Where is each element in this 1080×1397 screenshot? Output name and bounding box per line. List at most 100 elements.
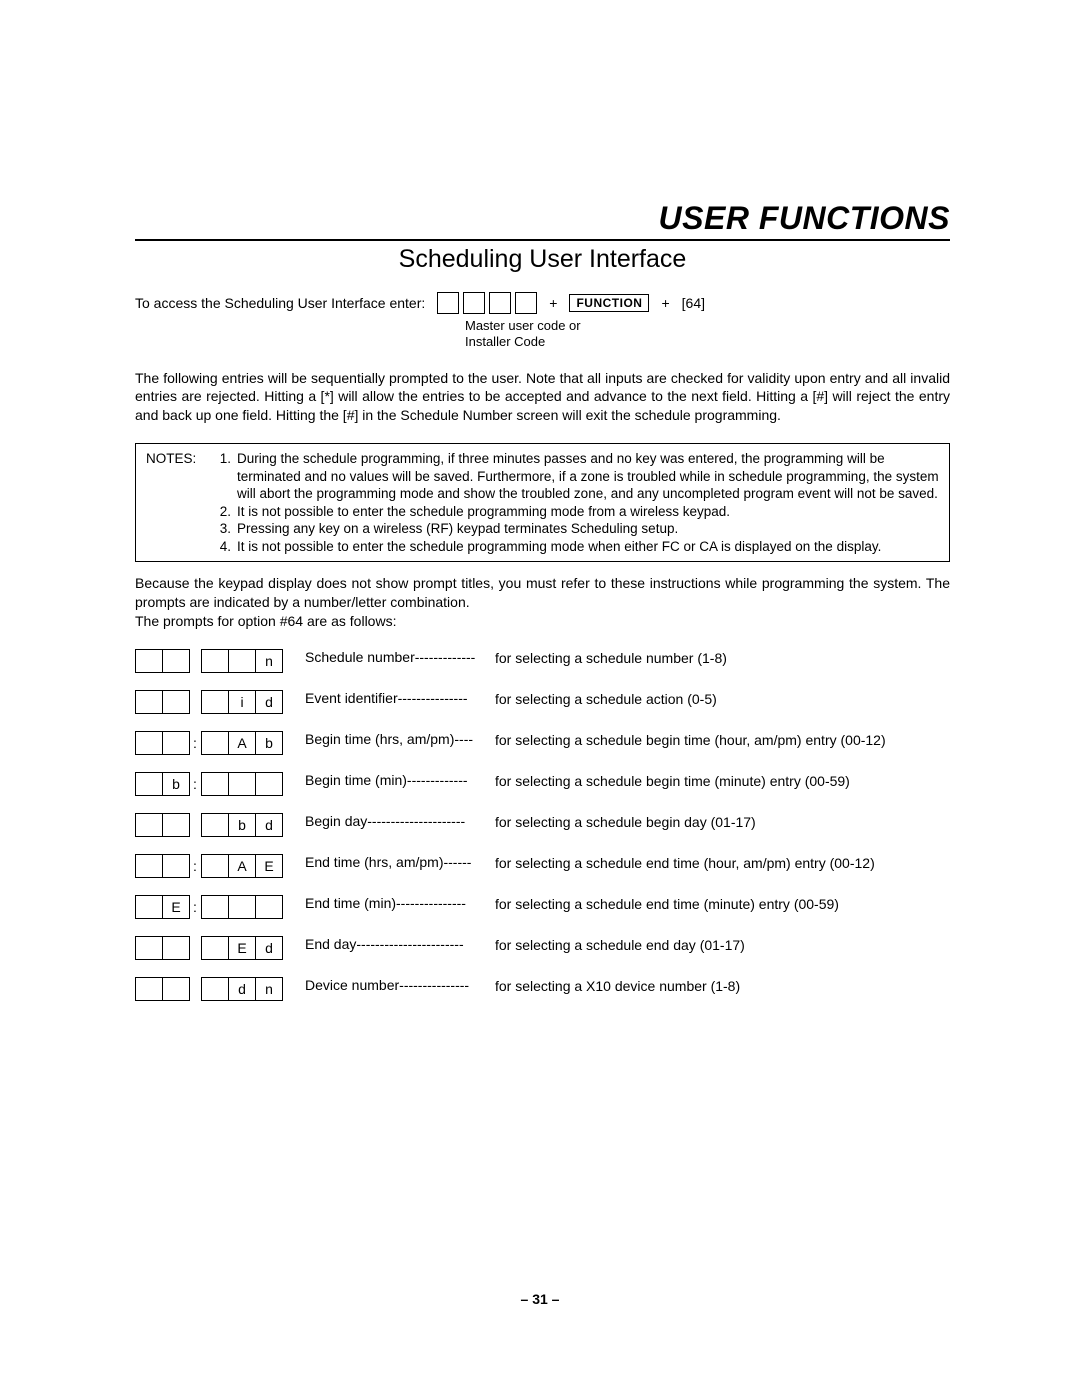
- code-box: [437, 292, 459, 314]
- note-row: 4. It is not possible to enter the sched…: [146, 538, 939, 556]
- display-cell: [201, 813, 229, 837]
- note-number: 1.: [211, 450, 237, 503]
- page-subtitle: Scheduling User Interface: [135, 245, 950, 274]
- display-cell: [135, 690, 163, 714]
- prompt-display: n: [135, 649, 305, 676]
- note-text: It is not possible to enter the schedule…: [237, 538, 939, 556]
- note-text: It is not possible to enter the schedule…: [237, 503, 939, 521]
- prompt-label: Begin time (min)-------------: [305, 772, 495, 788]
- prompt-description: for selecting a schedule end time (hour,…: [495, 854, 950, 873]
- display-colon: :: [189, 776, 201, 792]
- note-number: 4.: [211, 538, 237, 556]
- prompt-display: Ed: [135, 936, 305, 963]
- prompt-label: Device number---------------: [305, 977, 495, 993]
- prompt-description: for selecting a schedule end day (01-17): [495, 936, 950, 955]
- display-cell: A: [228, 731, 256, 755]
- plus-sign: +: [549, 295, 557, 311]
- code-caption: Master user code or Installer Code: [465, 318, 950, 351]
- code-entry-boxes: [437, 292, 537, 314]
- display-cell: [162, 690, 190, 714]
- intro-paragraph: The following entries will be sequential…: [135, 369, 950, 426]
- display-colon: :: [189, 899, 201, 915]
- prompt-row: : AE End time (hrs, am/pm)------for select…: [135, 854, 950, 881]
- display-cell: [228, 895, 256, 919]
- display-cell: [135, 731, 163, 755]
- display-cell: b: [162, 772, 190, 796]
- display-cell: d: [255, 690, 283, 714]
- prompt-description: for selecting a X10 device number (1-8): [495, 977, 950, 996]
- code-box: [515, 292, 537, 314]
- prompt-label: End time (min)---------------: [305, 895, 495, 911]
- display-cell: i: [228, 690, 256, 714]
- access-text: To access the Scheduling User Interface …: [135, 295, 425, 311]
- notes-label-empty: [146, 503, 211, 521]
- prompts-table: nSchedule number-------------for selecti…: [135, 649, 950, 1004]
- notes-label: NOTES:: [146, 450, 211, 503]
- display-cell: A: [228, 854, 256, 878]
- display-cell: [162, 977, 190, 1001]
- display-cell: [162, 731, 190, 755]
- note-row: 2. It is not possible to enter the sched…: [146, 503, 939, 521]
- display-cell: d: [228, 977, 256, 1001]
- display-cell: d: [255, 936, 283, 960]
- prompt-description: for selecting a schedule number (1-8): [495, 649, 950, 668]
- display-cell: d: [255, 813, 283, 837]
- display-cell: [228, 649, 256, 673]
- prompt-row: b:Begin time (min)-------------for selec…: [135, 772, 950, 799]
- display-cell: [162, 649, 190, 673]
- display-colon: :: [189, 858, 201, 874]
- display-cell: b: [255, 731, 283, 755]
- code-64: [64]: [682, 295, 705, 311]
- notes-label-empty: [146, 520, 211, 538]
- access-instruction: To access the Scheduling User Interface …: [135, 292, 950, 314]
- prompt-label: Event identifier---------------: [305, 690, 495, 706]
- code-caption-line2: Installer Code: [465, 334, 545, 349]
- prompt-label: End time (hrs, am/pm)------: [305, 854, 495, 870]
- display-cell: [201, 649, 229, 673]
- display-cell: [255, 895, 283, 919]
- divider: [135, 239, 950, 241]
- prompt-description: for selecting a schedule end time (minut…: [495, 895, 950, 914]
- display-cell: [228, 772, 256, 796]
- display-cell: [201, 936, 229, 960]
- note-row: 3. Pressing any key on a wireless (RF) k…: [146, 520, 939, 538]
- prompt-display: bd: [135, 813, 305, 840]
- display-cell: [255, 772, 283, 796]
- prompt-description: for selecting a schedule begin time (hou…: [495, 731, 950, 750]
- display-cell: n: [255, 977, 283, 1001]
- prompt-display: b:: [135, 772, 305, 799]
- section-title: USER FUNCTIONS: [135, 200, 950, 237]
- display-cell: [201, 977, 229, 1001]
- prompt-label: End day-----------------------: [305, 936, 495, 952]
- notes-label-empty: [146, 538, 211, 556]
- prompt-row: E:End time (min)---------------for selec…: [135, 895, 950, 922]
- notes-box: NOTES: 1. During the schedule programmin…: [135, 443, 950, 562]
- code-box: [463, 292, 485, 314]
- display-cell: [135, 936, 163, 960]
- display-cell: [135, 772, 163, 796]
- display-cell: [201, 854, 229, 878]
- display-cell: [201, 895, 229, 919]
- display-cell: [135, 854, 163, 878]
- prompt-row: id Event identifier---------------for sel…: [135, 690, 950, 717]
- prompt-display: :Ab: [135, 731, 305, 758]
- function-key: FUNCTION: [569, 294, 649, 312]
- prompt-description: for selecting a schedule action (0-5): [495, 690, 950, 709]
- display-cell: E: [228, 936, 256, 960]
- note-text: Pressing any key on a wireless (RF) keyp…: [237, 520, 939, 538]
- prompts-intro: Because the keypad display does not show…: [135, 574, 950, 631]
- prompts-intro-a: Because the keypad display does not show…: [135, 575, 950, 610]
- note-row: NOTES: 1. During the schedule programmin…: [146, 450, 939, 503]
- display-cell: [135, 649, 163, 673]
- page: USER FUNCTIONS Scheduling User Interface…: [0, 0, 1080, 1397]
- code-caption-line1: Master user code or: [465, 318, 581, 333]
- prompt-description: for selecting a schedule begin time (min…: [495, 772, 950, 791]
- display-cell: E: [255, 854, 283, 878]
- plus-sign: +: [661, 295, 669, 311]
- prompt-label: Begin time (hrs, am/pm)----: [305, 731, 495, 747]
- prompt-label: Begin day---------------------: [305, 813, 495, 829]
- prompt-row: nSchedule number-------------for selecti…: [135, 649, 950, 676]
- note-text: During the schedule programming, if thre…: [237, 450, 939, 503]
- display-cell: [162, 854, 190, 878]
- note-number: 3.: [211, 520, 237, 538]
